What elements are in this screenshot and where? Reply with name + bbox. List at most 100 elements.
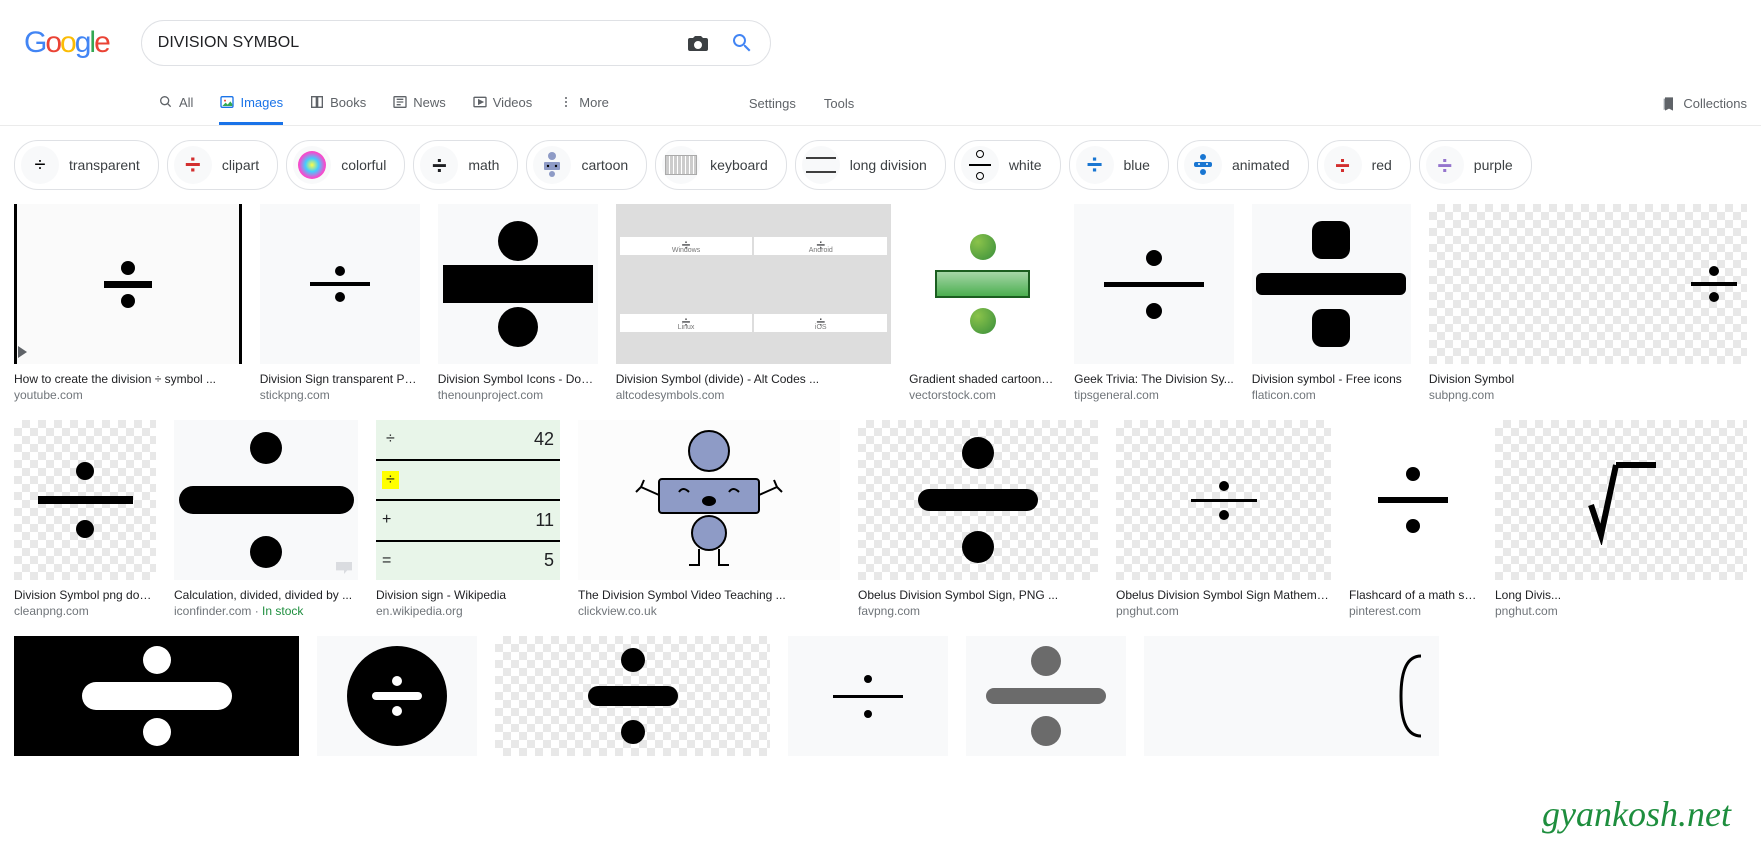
chip-transparent[interactable]: ÷transparent: [14, 140, 159, 190]
image-result[interactable]: [495, 636, 770, 756]
tag-icon: [336, 562, 352, 574]
result-source: pinterest.com: [1349, 604, 1477, 618]
divide-icon: [961, 146, 999, 184]
image-result[interactable]: [788, 636, 948, 756]
result-source: en.wikipedia.org: [376, 604, 560, 618]
tab-news[interactable]: News: [392, 82, 446, 125]
divide-icon: ÷: [420, 146, 458, 184]
tab-books-label: Books: [330, 95, 366, 110]
divide-icon: ÷: [1324, 146, 1362, 184]
divide-icon: ÷: [174, 146, 212, 184]
result-source: flaticon.com: [1252, 388, 1411, 402]
result-source: stickpng.com: [260, 388, 420, 402]
divide-icon: ÷: [1076, 146, 1114, 184]
result-source: pnghut.com: [1495, 604, 1747, 618]
result-source: vectorstock.com: [909, 388, 1056, 402]
result-title: Division Symbol png dow...: [14, 588, 156, 602]
chip-blue[interactable]: ÷blue: [1069, 140, 1169, 190]
watermark: gyankosh.net: [1542, 793, 1731, 835]
result-source: thenounproject.com: [438, 388, 598, 402]
chip-long-division[interactable]: long division: [795, 140, 946, 190]
result-title: Long Divis...: [1495, 588, 1747, 602]
chip-cartoon[interactable]: cartoon: [526, 140, 647, 190]
tab-all[interactable]: All: [158, 82, 193, 125]
result-title: Division Symbol: [1429, 372, 1747, 386]
result-source: youtube.com: [14, 388, 242, 402]
result-title: Division Symbol (divide) - Alt Codes ...: [616, 372, 891, 386]
result-title: Division Symbol Icons - Dow...: [438, 372, 598, 386]
image-result[interactable]: Division Symbol Icons - Dow... thenounpr…: [438, 204, 598, 402]
result-title: Division symbol - Free icons: [1252, 372, 1411, 386]
camera-icon[interactable]: [686, 31, 710, 55]
image-result[interactable]: Flashcard of a math sy... pinterest.com: [1349, 420, 1477, 618]
image-result[interactable]: Division symbol - Free icons flaticon.co…: [1252, 204, 1411, 402]
result-title: Geek Trivia: The Division Sy...: [1074, 372, 1234, 386]
image-result[interactable]: ÷Windows ÷Android ÷Linux ÷iOS Division S…: [616, 204, 891, 402]
tab-videos[interactable]: Videos: [472, 82, 533, 125]
image-result[interactable]: [966, 636, 1126, 756]
result-title: Obelus Division Symbol Sign, PNG ...: [858, 588, 1098, 602]
divide-icon: [293, 146, 331, 184]
chip-colorful[interactable]: colorful: [286, 140, 405, 190]
tab-images[interactable]: Images: [219, 82, 283, 125]
image-result[interactable]: Geek Trivia: The Division Sy... tipsgene…: [1074, 204, 1234, 402]
chip-white[interactable]: white: [954, 140, 1061, 190]
keyboard-icon: [662, 146, 700, 184]
image-result[interactable]: Long Divis... pnghut.com: [1495, 420, 1747, 618]
long-division-icon: [802, 146, 840, 184]
image-result[interactable]: Division Symbol png dow... cleanpng.com: [14, 420, 156, 618]
chip-clipart[interactable]: ÷clipart: [167, 140, 278, 190]
play-icon: [18, 346, 27, 358]
tab-videos-label: Videos: [493, 95, 533, 110]
tab-more[interactable]: More: [558, 82, 609, 125]
image-result[interactable]: [14, 636, 299, 756]
chip-red[interactable]: ÷red: [1317, 140, 1411, 190]
image-result[interactable]: How to create the division ÷ symbol ... …: [14, 204, 242, 402]
image-result[interactable]: [1144, 636, 1439, 756]
result-title: Obelus Division Symbol Sign Mathemati...: [1116, 588, 1331, 602]
chip-math[interactable]: ÷math: [413, 140, 518, 190]
tools-link[interactable]: Tools: [824, 96, 854, 111]
result-source: altcodesymbols.com: [616, 388, 891, 402]
collections-label: Collections: [1683, 96, 1747, 111]
result-title: Division Sign transparent PN...: [260, 372, 420, 386]
settings-link[interactable]: Settings: [749, 96, 796, 111]
result-source: pnghut.com: [1116, 604, 1331, 618]
tab-books[interactable]: Books: [309, 82, 366, 125]
search-input[interactable]: [158, 34, 686, 52]
google-logo[interactable]: Google: [24, 26, 109, 60]
chip-keyboard[interactable]: keyboard: [655, 140, 787, 190]
image-result[interactable]: Gradient shaded cartoon d... vectorstock…: [909, 204, 1056, 402]
result-title: The Division Symbol Video Teaching ...: [578, 588, 840, 602]
robot-icon: [533, 146, 571, 184]
tab-news-label: News: [413, 95, 446, 110]
result-source: clickview.co.uk: [578, 604, 840, 618]
tab-all-label: All: [179, 95, 193, 110]
result-source: subpng.com: [1429, 388, 1747, 402]
image-result[interactable]: ÷42 ÷ +11 =5 Division sign - Wikipedia e…: [376, 420, 560, 618]
image-result[interactable]: Calculation, divided, divided by ... ico…: [174, 420, 358, 618]
tab-more-label: More: [579, 95, 609, 110]
search-bar[interactable]: [141, 20, 771, 66]
result-source: iconfinder.com · In stock: [174, 604, 358, 618]
result-title: How to create the division ÷ symbol ...: [14, 372, 242, 386]
collections-link[interactable]: Collections: [1661, 96, 1747, 112]
image-result[interactable]: [317, 636, 477, 756]
result-source: cleanpng.com: [14, 604, 156, 618]
image-result[interactable]: The Division Symbol Video Teaching ... c…: [578, 420, 840, 618]
tab-images-label: Images: [240, 95, 283, 110]
divide-icon: ÷: [1426, 146, 1464, 184]
chip-purple[interactable]: ÷purple: [1419, 140, 1532, 190]
image-result[interactable]: Division Sign transparent PN... stickpng…: [260, 204, 420, 402]
image-result[interactable]: Obelus Division Symbol Sign, PNG ... fav…: [858, 420, 1098, 618]
chip-animated[interactable]: animated: [1177, 140, 1309, 190]
divide-face-icon: [1184, 146, 1222, 184]
image-result[interactable]: Division Symbol subpng.com: [1429, 204, 1747, 402]
result-title: Flashcard of a math sy...: [1349, 588, 1477, 602]
search-icon[interactable]: [730, 31, 754, 55]
result-title: Calculation, divided, divided by ...: [174, 588, 358, 602]
result-title: Gradient shaded cartoon d...: [909, 372, 1056, 386]
result-title: Division sign - Wikipedia: [376, 588, 560, 602]
result-source: tipsgeneral.com: [1074, 388, 1234, 402]
image-result[interactable]: Obelus Division Symbol Sign Mathemati...…: [1116, 420, 1331, 618]
